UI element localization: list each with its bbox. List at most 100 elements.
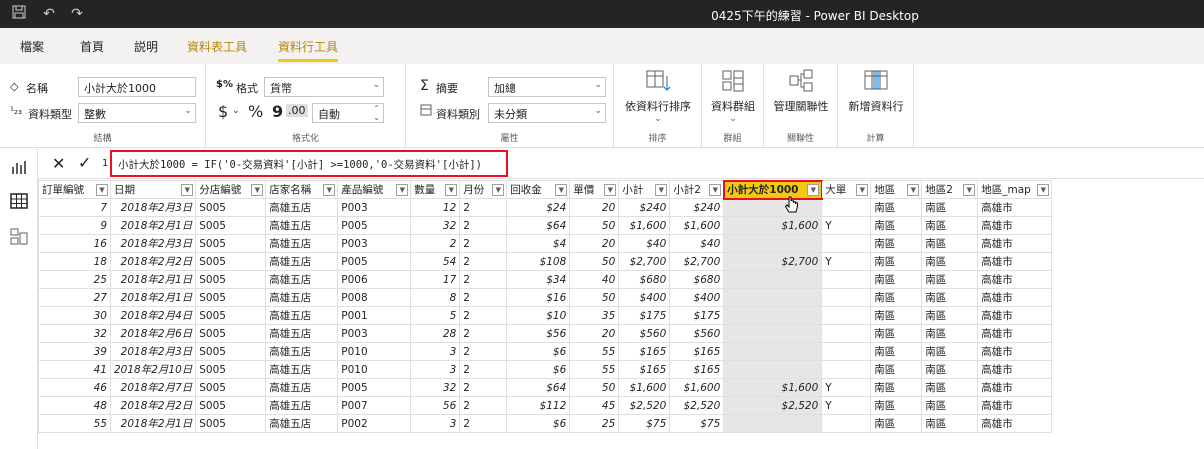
table-cell[interactable]: 55 [38,414,111,433]
table-cell[interactable]: 2018年2月2日 [109,252,197,271]
table-cell[interactable]: $40 [618,234,671,253]
table-cell[interactable]: 2 [459,288,508,307]
column-header[interactable]: 分店編號 ▼ [195,180,267,199]
table-cell[interactable]: 55 [569,360,620,379]
table-cell[interactable]: S005 [195,288,267,307]
chevron-down-icon[interactable]: ▼ [907,184,920,196]
cancel-icon[interactable]: ✕ [52,154,65,173]
table-cell[interactable]: 高雄市 [977,234,1053,253]
column-header[interactable]: 小計 ▼ [618,180,671,199]
table-cell[interactable]: 45 [569,396,620,415]
column-header[interactable]: 地區 ▼ [870,180,923,199]
table-cell[interactable]: 南區 [921,270,979,289]
table-cell[interactable]: 2 [459,342,508,361]
table-cell[interactable]: $560 [669,324,725,343]
table-cell[interactable]: 南區 [921,198,979,217]
table-cell[interactable]: 南區 [921,288,979,307]
table-cell[interactable]: 25 [38,270,111,289]
data-type-select[interactable]: 整數 ⌄ [78,103,196,123]
table-cell[interactable]: 2 [459,270,508,289]
table-cell[interactable]: 高雄五店 [265,342,339,361]
column-header[interactable]: 地區_map ▼ [977,180,1053,199]
table-cell[interactable]: 南區 [870,216,923,235]
table-cell[interactable]: $560 [618,324,671,343]
table-cell[interactable]: 2018年2月1日 [109,414,197,433]
column-header[interactable]: 地區2 ▼ [921,180,979,199]
table-cell[interactable]: 2018年2月3日 [109,342,197,361]
spinner-icon[interactable]: ⌃ ⌄ [373,104,380,122]
table-cell[interactable]: 2 [459,216,508,235]
table-cell[interactable]: 41 [38,360,111,379]
table-cell[interactable]: $2,700 [618,252,671,271]
table-cell[interactable]: 3 [410,342,461,361]
table-cell[interactable]: 南區 [870,396,923,415]
table-cell[interactable]: 南區 [921,324,979,343]
column-header[interactable]: 單價 ▼ [569,180,620,199]
table-cell[interactable]: P010 [337,342,412,361]
table-cell[interactable]: 7 [38,198,111,217]
table-cell[interactable]: $175 [669,306,725,325]
chevron-down-icon[interactable]: ▼ [807,184,820,196]
table-cell[interactable]: P007 [337,396,412,415]
table-cell[interactable]: 高雄市 [977,360,1053,379]
table-cell[interactable]: S005 [195,396,267,415]
table-cell[interactable]: 南區 [870,342,923,361]
table-cell[interactable]: 28 [410,324,461,343]
table-cell[interactable]: 2 [459,306,508,325]
table-cell[interactable]: 2018年2月1日 [109,288,197,307]
new-column-button[interactable]: 新增資料行 [838,68,914,114]
table-cell[interactable]: $6 [506,360,571,379]
table-cell[interactable]: 南區 [870,378,923,397]
chevron-down-icon[interactable]: ▼ [323,184,336,196]
table-cell[interactable]: 18 [38,252,111,271]
table-cell[interactable]: 南區 [870,324,923,343]
table-cell[interactable]: Y [821,378,872,397]
tab-table-tools[interactable]: 資料表工具 [187,38,247,55]
table-cell[interactable] [723,360,823,379]
table-cell[interactable]: 南區 [870,414,923,433]
table-cell[interactable]: 2018年2月4日 [109,306,197,325]
table-cell[interactable]: 南區 [921,306,979,325]
tab-column-tools[interactable]: 資料行工具 [278,38,339,62]
table-cell[interactable]: 2018年2月7日 [109,378,197,397]
table-cell[interactable]: 39 [38,342,111,361]
table-cell[interactable]: P010 [337,360,412,379]
table-cell[interactable]: 高雄市 [977,216,1053,235]
table-cell[interactable] [723,270,823,289]
table-cell[interactable]: 9 [38,216,111,235]
table-cell[interactable]: $680 [618,270,671,289]
column-header[interactable]: 小計2 ▼ [669,180,725,199]
chevron-down-icon[interactable]: ▼ [396,184,409,196]
table-cell[interactable]: $24 [506,198,571,217]
table-cell[interactable]: P006 [337,270,412,289]
tab-home[interactable]: 首頁 [80,38,104,55]
table-cell[interactable]: $1,600 [618,216,671,235]
table-cell[interactable]: 高雄五店 [265,270,339,289]
table-cell[interactable]: S005 [195,198,267,217]
table-cell[interactable]: 55 [569,342,620,361]
table-cell[interactable]: S005 [195,360,267,379]
table-cell[interactable]: 16 [38,234,111,253]
chevron-down-icon[interactable]: ▼ [96,184,108,196]
percent-button[interactable]: % [248,102,263,121]
chevron-down-icon[interactable]: ▼ [1037,184,1050,196]
table-cell[interactable]: 2 [459,198,508,217]
chevron-down-icon[interactable]: ▼ [709,184,722,196]
sort-by-column-button[interactable]: 依資料行排序 ⌄ [614,68,702,124]
tab-file[interactable]: 檔案 [20,38,44,55]
table-cell[interactable]: 高雄五店 [265,306,339,325]
table-cell[interactable] [821,306,872,325]
column-header[interactable]: 日期 ▼ [109,180,197,199]
chevron-down-icon[interactable]: ▼ [181,184,194,196]
table-cell[interactable]: S005 [195,216,267,235]
column-header[interactable]: 產品編號 ▼ [337,180,412,199]
table-cell[interactable]: 50 [569,216,620,235]
table-cell[interactable]: Y [821,216,872,235]
table-cell[interactable]: $34 [506,270,571,289]
table-cell[interactable]: 高雄五店 [265,324,339,343]
table-cell[interactable]: 20 [569,324,620,343]
column-header[interactable]: 數量 ▼ [410,180,461,199]
table-cell[interactable]: 南區 [921,378,979,397]
table-cell[interactable]: 2 [459,252,508,271]
table-cell[interactable]: 5 [410,306,461,325]
